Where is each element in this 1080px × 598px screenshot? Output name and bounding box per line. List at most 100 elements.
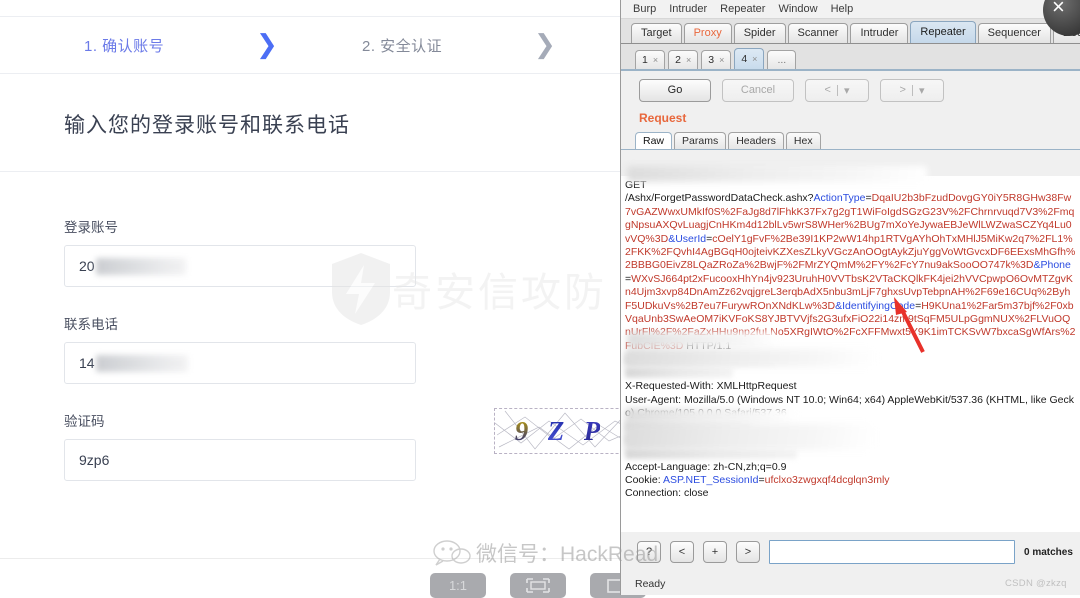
divider <box>911 84 913 96</box>
chevron-down-icon[interactable]: ▾ <box>919 84 925 97</box>
repeater-tab-3[interactable]: 3 × <box>701 50 732 69</box>
captcha-input[interactable]: 9zp6 <box>64 439 416 481</box>
param-key-userid: UserId <box>675 232 707 245</box>
header-x-requested-with: X-Requested-With: XMLHttpRequest <box>625 380 797 393</box>
captcha-char-3: P <box>583 415 601 446</box>
redacted-account-mask <box>95 257 186 275</box>
step-label: 1. 确认账号 <box>84 37 165 55</box>
captcha-input-value: 9zp6 <box>79 452 110 468</box>
chevron-right-icon-1: ❯ <box>256 30 278 60</box>
param-key-identifyingcode: IdentifyingCode <box>842 299 916 312</box>
request-heading: Request <box>639 111 687 125</box>
close-icon: × <box>1052 0 1065 19</box>
close-icon[interactable]: × <box>686 51 691 69</box>
request-path: /Ashx/ForgetPasswordDataCheck.ashx? <box>625 192 814 205</box>
close-icon[interactable]: × <box>719 51 724 69</box>
step-item-security-verify[interactable]: 2. 安全认证 <box>362 17 442 73</box>
tab-target[interactable]: Target <box>631 23 682 43</box>
footer-divider <box>0 558 620 559</box>
repeater-controls: Go Cancel < ▾ > ▾ <box>621 71 1080 109</box>
find-input[interactable] <box>769 540 1015 564</box>
repeater-tab-more[interactable]: ... <box>767 50 797 69</box>
repeater-tab-4-label: 4 <box>741 53 748 65</box>
request-tab-bar: Raw Params Headers Hex <box>621 130 1080 150</box>
menu-item-window[interactable]: Window <box>778 3 817 15</box>
repeater-tab-2[interactable]: 2 × <box>668 50 699 69</box>
help-button[interactable]: ? <box>637 541 661 563</box>
request-tab-headers[interactable]: Headers <box>728 132 784 149</box>
redaction-band-top <box>627 166 927 182</box>
page-title: 输入您的登录账号和联系电话 <box>64 114 350 138</box>
captcha-char-2: Z <box>547 415 565 446</box>
menu-item-repeater[interactable]: Repeater <box>720 3 765 15</box>
repeater-tab-2-label: 2 <box>675 54 681 66</box>
menu-item-burp[interactable]: Burp <box>633 3 656 15</box>
menu-bar: Burp Intruder Repeater Window Help <box>621 0 1080 19</box>
phone-input-value: 14 <box>79 355 95 371</box>
main-tab-bar: Target Proxy Spider Scanner Intruder Rep… <box>621 19 1080 44</box>
request-tab-hex[interactable]: Hex <box>785 132 821 149</box>
close-icon[interactable]: × <box>752 49 757 69</box>
chevron-right-icon-2: ❯ <box>534 30 556 60</box>
tab-repeater[interactable]: Repeater <box>910 21 976 43</box>
close-icon[interactable]: × <box>653 51 658 69</box>
menu-item-help[interactable]: Help <box>831 3 854 15</box>
zoom-actual-size-button[interactable]: 1:1 <box>430 573 486 598</box>
request-tab-raw[interactable]: Raw <box>635 132 673 149</box>
header-connection: Connection: close <box>625 487 709 500</box>
zoom-fit-width-button[interactable] <box>510 573 566 598</box>
viewer-zoom-controls: 1:1 <box>430 573 646 598</box>
step-label: 2. 安全认证 <box>362 37 443 55</box>
redaction-band-host <box>627 332 777 348</box>
captcha-field-label: 验证码 <box>64 414 105 429</box>
header-cookie: Cookie: ASP.NET_SessionId=ufclxo3zwgxqf4… <box>625 473 890 486</box>
cancel-button[interactable]: Cancel <box>722 78 794 102</box>
chevron-down-icon[interactable]: ▾ <box>844 84 850 97</box>
repeater-tab-1[interactable]: 1 × <box>635 50 666 69</box>
tab-intruder[interactable]: Intruder <box>850 23 909 43</box>
tab-proxy[interactable]: Proxy <box>683 23 732 43</box>
request-tab-params[interactable]: Params <box>674 132 727 149</box>
account-input-value: 20 <box>79 258 95 274</box>
header-accept-language: Accept-Language: zh-CN,zh;q=0.9 <box>625 460 787 473</box>
redaction-band-referer <box>625 424 873 450</box>
repeater-tab-3-label: 3 <box>708 54 715 66</box>
account-field-label: 登录账号 <box>64 220 118 235</box>
account-input[interactable]: 20 <box>64 245 416 287</box>
find-bar: ? < + > 0 matches <box>621 532 1080 572</box>
cookie-value: ufclxo3zwgxqf4dcglqn3mly <box>764 473 890 486</box>
title-divider <box>0 171 620 172</box>
captcha-char-1: 9 <box>514 415 529 446</box>
fit-width-icon <box>526 578 550 593</box>
forward-button[interactable]: > ▾ <box>880 78 944 102</box>
redacted-phone-mask <box>95 354 188 372</box>
repeater-tab-bar: 1 × 2 × 3 × 4 × ... <box>621 44 1080 71</box>
phone-input[interactable]: 14 <box>64 342 416 384</box>
tab-scanner[interactable]: Scanner <box>787 23 849 43</box>
cookie-key: ASP.NET_SessionId <box>662 473 759 486</box>
redaction-band-accept <box>625 349 875 367</box>
match-count-label: 0 matches <box>1024 546 1073 558</box>
repeater-tab-4[interactable]: 4 × <box>734 48 765 69</box>
tab-sequencer[interactable]: Sequencer <box>977 23 1051 43</box>
step-indicator-bar: 1. 确认账号 ❯ 2. 安全认证 ❯ <box>0 16 620 74</box>
find-options-button[interactable]: + <box>703 541 727 563</box>
burp-suite-window: Burp Intruder Repeater Window Help Targe… <box>620 0 1080 595</box>
step-item-confirm-account[interactable]: 1. 确认账号 <box>84 17 164 73</box>
csdn-watermark: CSDN @zkzq <box>1005 578 1067 589</box>
param-key-phone: Phone <box>1040 259 1071 272</box>
redaction-band-content-type <box>625 408 795 424</box>
header-accept-redacted <box>625 367 733 379</box>
phone-field-label: 联系电话 <box>64 317 118 332</box>
tab-spider[interactable]: Spider <box>733 23 786 43</box>
ampersand: & <box>1033 259 1041 272</box>
captcha-field-group: 验证码 9zp6 9 Z P 6 <box>64 408 654 481</box>
menu-item-intruder[interactable]: Intruder <box>669 3 707 15</box>
find-previous-button[interactable]: < <box>670 541 694 563</box>
back-button[interactable]: < ▾ <box>805 78 869 102</box>
find-next-button[interactable]: > <box>736 541 760 563</box>
phone-field-group: 联系电话 14 <box>64 313 416 384</box>
repeater-tab-1-label: 1 <box>642 54 648 66</box>
back-arrow-icon: < <box>824 84 831 96</box>
go-button[interactable]: Go <box>639 78 711 102</box>
